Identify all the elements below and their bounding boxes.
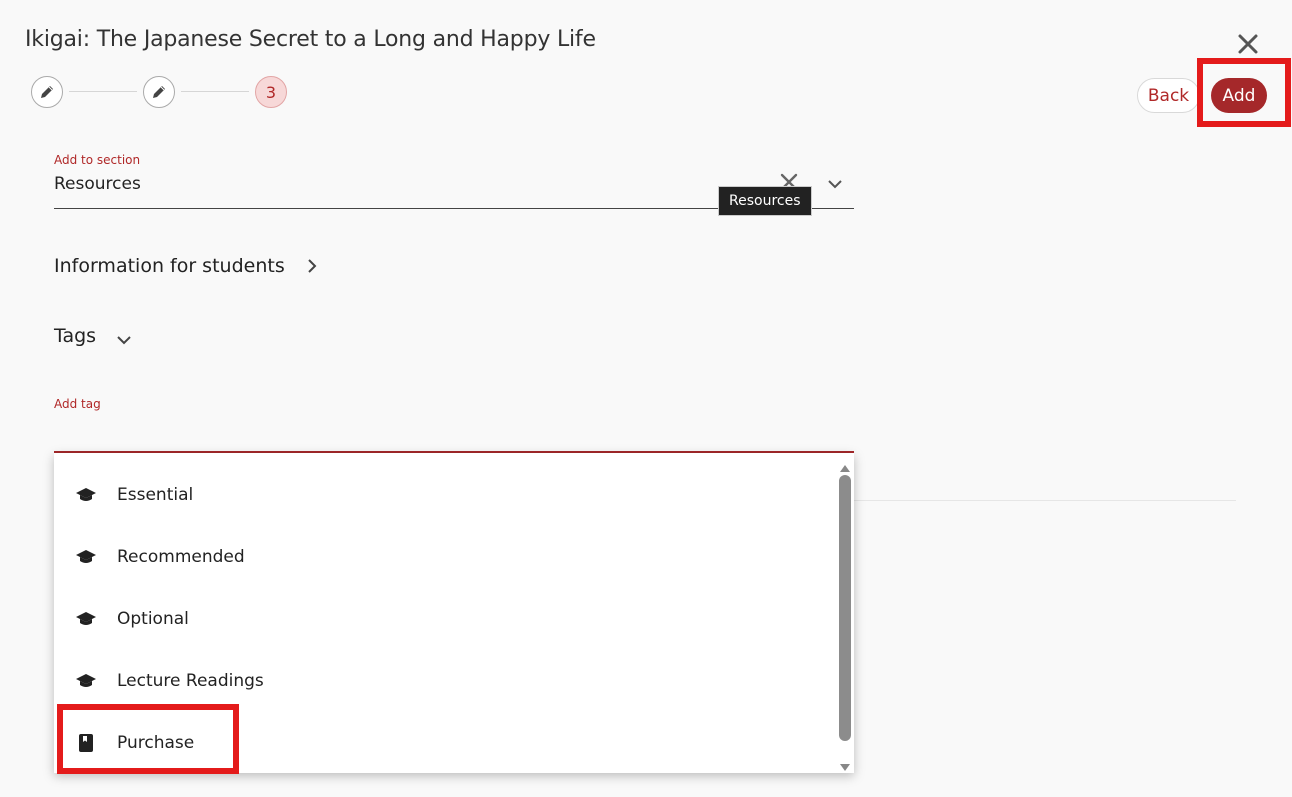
tag-dropdown: Essential Recommended Optional Lecture R… (54, 453, 854, 773)
section-field-label: Add to section (54, 153, 141, 167)
graduation-cap-icon (76, 671, 96, 691)
tags-label: Tags (54, 325, 97, 347)
dropdown-option-purchase[interactable]: Purchase (54, 712, 834, 774)
dropdown-option-label: Recommended (117, 547, 245, 567)
graduation-cap-icon (76, 609, 96, 629)
dropdown-option-label: Lecture Readings (117, 671, 264, 691)
back-button[interactable]: Back (1137, 78, 1200, 113)
step-3-current[interactable]: 3 (255, 76, 287, 108)
graduation-cap-icon (76, 547, 96, 567)
info-for-students-toggle[interactable]: Information for students (54, 255, 319, 277)
dropdown-option-lecture-readings[interactable]: Lecture Readings (54, 650, 834, 712)
stepper: 3 (31, 76, 291, 108)
book-icon (76, 733, 96, 753)
step-connector (181, 91, 249, 92)
pencil-icon (153, 86, 165, 98)
dropdown-option-label: Optional (117, 609, 189, 629)
dropdown-option-label: Purchase (117, 733, 195, 753)
dropdown-option-label: Essential (117, 485, 194, 505)
step-connector (69, 91, 137, 92)
chevron-right-icon (308, 259, 317, 273)
dropdown-option-essential[interactable]: Essential (54, 464, 834, 526)
dropdown-option-optional[interactable]: Optional (54, 588, 834, 650)
scrollbar-thumb[interactable] (839, 475, 851, 741)
pencil-icon (41, 86, 53, 98)
step-2-edit[interactable] (143, 76, 175, 108)
add-tag-label: Add tag (54, 397, 101, 411)
page-title: Ikigai: The Japanese Secret to a Long an… (25, 27, 596, 52)
scroll-up-arrow-icon[interactable] (838, 458, 852, 472)
divider (854, 500, 1236, 501)
info-for-students-label: Information for students (54, 255, 285, 277)
add-button[interactable]: Add (1211, 78, 1267, 113)
chevron-down-icon (117, 336, 131, 345)
tooltip: Resources (718, 186, 812, 216)
dropdown-option-recommended[interactable]: Recommended (54, 526, 834, 588)
graduation-cap-icon (76, 485, 96, 505)
scroll-down-arrow-icon[interactable] (838, 758, 852, 771)
chevron-down-icon[interactable] (826, 176, 844, 190)
section-select[interactable]: Resources (54, 174, 141, 194)
step-1-edit[interactable] (31, 76, 63, 108)
tags-toggle[interactable]: Tags (54, 325, 132, 347)
close-icon[interactable] (1236, 32, 1260, 56)
